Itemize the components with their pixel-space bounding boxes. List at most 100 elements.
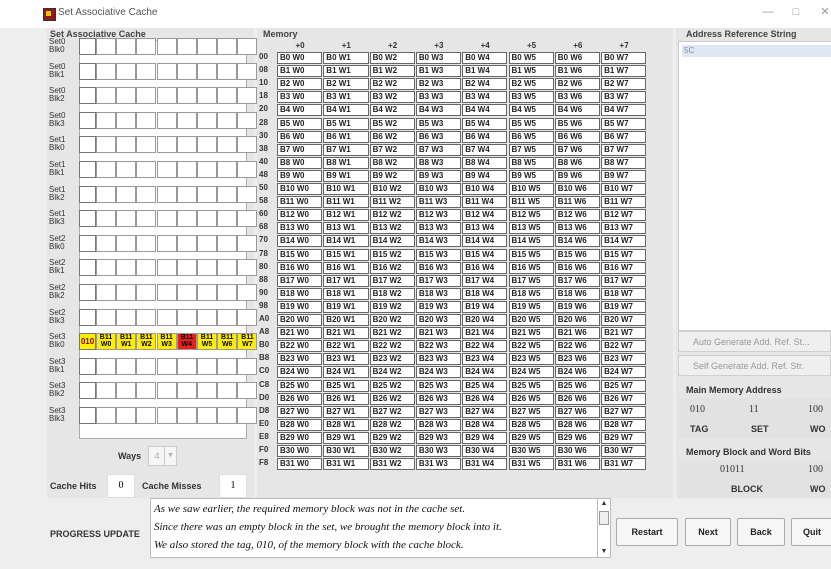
progress-scrollbar[interactable]: ▲ ▼ xyxy=(597,498,611,558)
memory-word-cell: B8 W7 xyxy=(601,157,647,169)
memory-word-cell: B16 W0 xyxy=(277,262,323,274)
cache-word-cell xyxy=(156,186,177,203)
cache-word-cell xyxy=(197,210,217,227)
address-set-label: SET xyxy=(751,424,769,434)
memory-word-cell: B23 W2 xyxy=(369,353,415,365)
memory-word-cell: B18 W4 xyxy=(462,288,508,300)
cache-word-cell xyxy=(136,358,157,375)
memory-word-cell: B2 W1 xyxy=(323,78,369,90)
memory-word-cell: B30 W4 xyxy=(462,445,508,457)
cache-tag-cell xyxy=(79,87,96,104)
block-name: Blk2 xyxy=(49,94,65,103)
cache-set-label: Set0 Blk1 xyxy=(49,63,79,79)
cache-word-cell xyxy=(136,235,157,252)
cache-word-cell xyxy=(176,309,197,326)
scroll-down-icon[interactable]: ▼ xyxy=(598,547,610,557)
memory-word-cell: B15 W5 xyxy=(508,249,554,261)
scroll-thumb[interactable] xyxy=(599,511,609,525)
cache-word-cell xyxy=(217,136,238,153)
memory-word-cell: B26 W5 xyxy=(508,393,554,405)
cache-set-label: Set2 Blk2 xyxy=(49,284,79,300)
app-icon xyxy=(43,8,56,21)
memory-word-cell: B3 W0 xyxy=(277,91,323,103)
scroll-up-icon[interactable]: ▲ xyxy=(598,499,610,509)
memory-word-cell: B17 W4 xyxy=(462,275,508,287)
next-button[interactable]: Next xyxy=(685,518,731,546)
close-button[interactable]: ✕ xyxy=(815,4,831,20)
memory-offset-header: +0 xyxy=(295,41,305,50)
block-name: Blk2 xyxy=(49,389,65,398)
cache-word-cell xyxy=(197,87,217,104)
cache-set-label: Set3 Blk3 xyxy=(49,407,79,423)
memory-word-cell: B14 W1 xyxy=(323,235,369,247)
memory-word-cell: B31 W4 xyxy=(462,458,508,470)
cache-tag-cell: 010 xyxy=(79,333,96,350)
cache-word-cell xyxy=(217,259,238,276)
memory-word-cell: B17 W3 xyxy=(415,275,462,287)
auto-generate-button[interactable]: Auto Generate Add. Ref. St... xyxy=(678,331,831,352)
memory-word-cell: B5 W3 xyxy=(415,118,462,130)
memory-word-cell: B0 W0 xyxy=(277,52,323,64)
cache-word-cell xyxy=(156,309,177,326)
cache-word-cell xyxy=(116,284,137,301)
memory-word-cell: B28 W4 xyxy=(462,419,508,431)
back-button[interactable]: Back xyxy=(737,518,785,546)
progress-line: As we saw earlier, the required memory b… xyxy=(154,503,466,515)
reference-item[interactable]: 5C xyxy=(682,45,831,57)
memory-row-address: C0 xyxy=(259,366,270,375)
memory-word-cell: B29 W1 xyxy=(323,432,369,444)
memory-word-cell: B4 W3 xyxy=(415,104,462,116)
cache-word-cell xyxy=(197,259,217,276)
memory-word-cell: B22 W4 xyxy=(462,340,508,352)
memory-word-cell: B18 W6 xyxy=(554,288,601,300)
memory-word-cell: B6 W4 xyxy=(462,131,508,143)
cache-word-cell: B11 W1 xyxy=(116,333,137,350)
cache-word-cell xyxy=(176,382,197,399)
cache-word-cell xyxy=(176,235,197,252)
restart-button[interactable]: Restart xyxy=(616,518,678,546)
progress-line: We also stored the tag, 010, of the memo… xyxy=(154,539,464,551)
memory-word-cell: B15 W0 xyxy=(277,249,323,261)
memory-word-cell: B5 W1 xyxy=(323,118,369,130)
reference-list[interactable]: 5C xyxy=(678,41,831,331)
cache-word-cell xyxy=(176,87,197,104)
memory-word-cell: B26 W7 xyxy=(601,393,647,405)
memory-row-address: 58 xyxy=(259,196,268,205)
memory-word-cell: B26 W0 xyxy=(277,393,323,405)
cache-word-cell xyxy=(237,407,258,424)
cache-word-cell xyxy=(96,161,116,178)
block-name: Blk0 xyxy=(49,45,65,54)
cache-word-cell: B11 W6 xyxy=(217,333,238,350)
memory-word-cell: B4 W5 xyxy=(508,104,554,116)
maximize-button[interactable]: □ xyxy=(786,4,806,20)
cache-word-cell xyxy=(116,63,137,80)
cache-word-cell xyxy=(156,382,177,399)
memory-word-cell: B10 W6 xyxy=(554,183,601,195)
cache-tag-cell xyxy=(79,63,96,80)
memory-word-cell: B6 W5 xyxy=(508,131,554,143)
memory-word-cell: B27 W6 xyxy=(554,406,601,418)
cache-word-cell xyxy=(237,259,258,276)
memory-word-cell: B6 W1 xyxy=(323,131,369,143)
cache-word-cell xyxy=(116,382,137,399)
memory-word-cell: B1 W7 xyxy=(601,65,647,77)
cache-word-cell xyxy=(96,38,116,55)
cache-word-cell xyxy=(237,87,258,104)
memory-word-cell: B16 W3 xyxy=(415,262,462,274)
cache-word-cell xyxy=(197,235,217,252)
memory-word-cell: B14 W3 xyxy=(415,235,462,247)
memory-word-cell: B10 W0 xyxy=(277,183,323,195)
cache-word-cell xyxy=(176,112,197,129)
quit-button[interactable]: Quit xyxy=(791,518,831,546)
self-generate-button[interactable]: Self Generate Add. Ref. Str. xyxy=(678,355,831,376)
memory-word-cell: B26 W6 xyxy=(554,393,601,405)
memory-row-address: 28 xyxy=(259,118,268,127)
minimize-button[interactable]: — xyxy=(758,4,778,20)
chevron-down-icon[interactable]: ▼ xyxy=(164,446,177,466)
cache-word-cell: B11 W5 xyxy=(197,333,217,350)
cache-set-label: Set3 Blk1 xyxy=(49,358,79,374)
cache-word-cell xyxy=(176,358,197,375)
cache-word-cell xyxy=(217,38,238,55)
cache-word-cell xyxy=(136,259,157,276)
cache-set-label: Set1 Blk0 xyxy=(49,136,79,152)
